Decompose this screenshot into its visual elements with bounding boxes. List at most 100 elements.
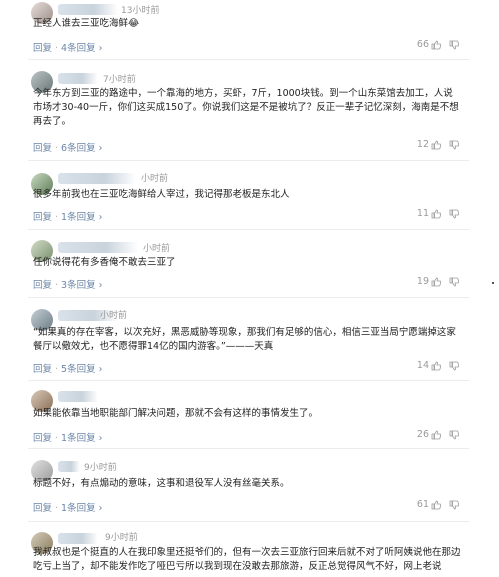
username[interactable] — [58, 173, 136, 184]
username[interactable] — [58, 242, 138, 253]
dislike-icon[interactable] — [449, 40, 459, 50]
like-count: 19 — [416, 276, 429, 287]
thumbs-up-icon — [431, 361, 441, 370]
separator-dot: · — [55, 143, 59, 154]
separator-dot: · — [55, 43, 59, 54]
comment-text: 很多年前我也在三亚吃海鲜给人宰过，我记得那老板是东北人 — [33, 189, 290, 200]
comment-item: 小时前 很多年前我也在三亚吃海鲜给人宰过，我记得那老板是东北人 回复 · 1条回复 … — [28, 169, 469, 231]
chevron-right-icon[interactable]: › — [96, 433, 103, 444]
reply-button[interactable]: 回复 — [33, 433, 52, 444]
comment-meta: 14 — [417, 360, 459, 371]
chevron-right-icon[interactable]: › — [96, 43, 103, 54]
like-button[interactable]: 12 — [417, 139, 441, 150]
stray-dot — [492, 282, 494, 284]
comment-meta: 11 — [417, 208, 459, 219]
comment-item: 9小时前 我叔叔也是个挺直的人在我印象里还挺爷们的，但有一次去三亚旅行回来后就不… — [28, 527, 469, 577]
like-count: 26 — [416, 429, 429, 440]
divider — [28, 448, 469, 449]
username[interactable] — [58, 73, 98, 84]
like-button[interactable]: 66 — [417, 39, 441, 50]
divider — [28, 521, 469, 522]
comment-time: 小时前 — [143, 244, 171, 254]
divider — [28, 229, 469, 230]
like-count: 61 — [416, 499, 429, 510]
thumbs-up-icon — [431, 209, 441, 218]
comment-time: 9小时前 — [105, 533, 138, 543]
chevron-right-icon[interactable]: › — [96, 364, 103, 375]
dislike-icon[interactable] — [449, 209, 459, 219]
comment-meta: 19 — [417, 276, 459, 287]
separator-dot: · — [55, 433, 59, 444]
replies-link[interactable]: 6条回复 — [61, 143, 96, 154]
comment-text: 今年东方到三亚的路途中，一个靠海的地方，买虾，7斤，1000块钱。到一个山东菜馆… — [33, 88, 459, 127]
like-button[interactable]: 61 — [417, 499, 441, 510]
dislike-icon[interactable] — [449, 277, 459, 287]
divider — [28, 59, 469, 60]
chevron-right-icon[interactable]: › — [96, 212, 103, 223]
reply-button[interactable]: 回复 — [33, 212, 52, 223]
divider — [28, 297, 469, 298]
username[interactable] — [58, 391, 98, 402]
replies-link[interactable]: 1条回复 — [61, 212, 96, 223]
comment-time: 小时前 — [141, 174, 169, 184]
replies-link[interactable]: 5条回复 — [61, 364, 96, 375]
like-button[interactable]: 26 — [417, 429, 441, 440]
comment-time: 13小时前 — [121, 6, 160, 16]
username[interactable] — [58, 461, 80, 472]
comment-text: 我叔叔也是个挺直的人在我印象里还挺爷们的，但有一次去三亚旅行回来后就不对了听阿姨… — [33, 547, 461, 572]
thumbs-up-icon — [431, 140, 441, 149]
comment-actions: 回复 · 6条回复 › — [33, 140, 102, 154]
username[interactable] — [58, 4, 118, 15]
comment-actions: 回复 · 1条回复 › — [33, 500, 102, 514]
comment-meta: 66 — [417, 39, 459, 50]
thumbs-up-icon — [431, 500, 441, 509]
replies-link[interactable]: 1条回复 — [61, 503, 96, 514]
divider — [28, 380, 469, 381]
dislike-icon[interactable] — [449, 140, 459, 150]
dislike-icon[interactable] — [449, 430, 459, 440]
comment-time: 9小时前 — [84, 463, 117, 473]
separator-dot: · — [55, 364, 59, 375]
separator-dot: · — [55, 280, 59, 291]
separator-dot: · — [55, 503, 59, 514]
like-button[interactable]: 11 — [417, 208, 441, 219]
like-button[interactable]: 14 — [417, 360, 441, 371]
chevron-right-icon[interactable]: › — [96, 143, 103, 154]
comment-item: 9小时前 标题不好，有点煽动的意味，这事和退役军人没有丝毫关系。 回复 · 1条回复… — [28, 455, 469, 522]
like-count: 12 — [416, 139, 429, 150]
like-button[interactable]: 19 — [417, 276, 441, 287]
dislike-icon[interactable] — [449, 361, 459, 371]
comment-text: 正经人谁去三亚吃海鲜😂 — [33, 18, 140, 29]
username[interactable] — [58, 533, 98, 544]
replies-link[interactable]: 1条回复 — [61, 433, 96, 444]
reply-button[interactable]: 回复 — [33, 503, 52, 514]
comment-actions: 回复 · 1条回复 › — [33, 209, 102, 223]
like-count: 66 — [416, 39, 429, 50]
comment-item: 小时前 “如果真的存在宰客，以次充好，黑恶威胁等现象，那我们有足够的信心，相信三… — [28, 306, 469, 382]
comment-list: 13小时前 正经人谁去三亚吃海鲜😂 回复 · 4条回复 › 66 7小时前 今年东方… — [28, 0, 469, 577]
reply-button[interactable]: 回复 — [33, 364, 52, 375]
like-count: 14 — [416, 360, 429, 371]
comment-item: 小时前 任你说得花有多香俺不敢去三亚了 回复 · 3条回复 › 19 — [28, 237, 469, 299]
comment-item: 13小时前 正经人谁去三亚吃海鲜😂 回复 · 4条回复 › 66 — [28, 0, 469, 60]
chevron-right-icon[interactable]: › — [96, 280, 103, 291]
comment-time: 7小时前 — [103, 75, 136, 85]
comment-time: 小时前 — [100, 311, 128, 321]
replies-link[interactable]: 4条回复 — [61, 43, 96, 54]
reply-button[interactable]: 回复 — [33, 143, 52, 154]
reply-button[interactable]: 回复 — [33, 43, 52, 54]
comment-actions: 回复 · 5条回复 › — [33, 361, 102, 375]
reply-button[interactable]: 回复 — [33, 280, 52, 291]
comment-actions: 回复 · 1条回复 › — [33, 430, 102, 444]
dislike-icon[interactable] — [449, 500, 459, 510]
replies-link[interactable]: 3条回复 — [61, 280, 96, 291]
comment-meta: 26 — [417, 429, 459, 440]
comment-text: “如果真的存在宰客，以次充好，黑恶威胁等现象，那我们有足够的信心，相信三亚当局宁… — [33, 327, 456, 352]
separator-dot: · — [55, 212, 59, 223]
comment-meta: 12 — [417, 139, 459, 150]
comment-text: 标题不好，有点煽动的意味，这事和退役军人没有丝毫关系。 — [33, 478, 290, 489]
chevron-right-icon[interactable]: › — [96, 503, 103, 514]
like-count: 11 — [416, 208, 429, 219]
thumbs-up-icon — [431, 430, 441, 439]
comment-item: 如果能依靠当地职能部门解决问题，那就不会有这样的事情发生了。 回复 · 1条回复 ›… — [28, 387, 469, 449]
